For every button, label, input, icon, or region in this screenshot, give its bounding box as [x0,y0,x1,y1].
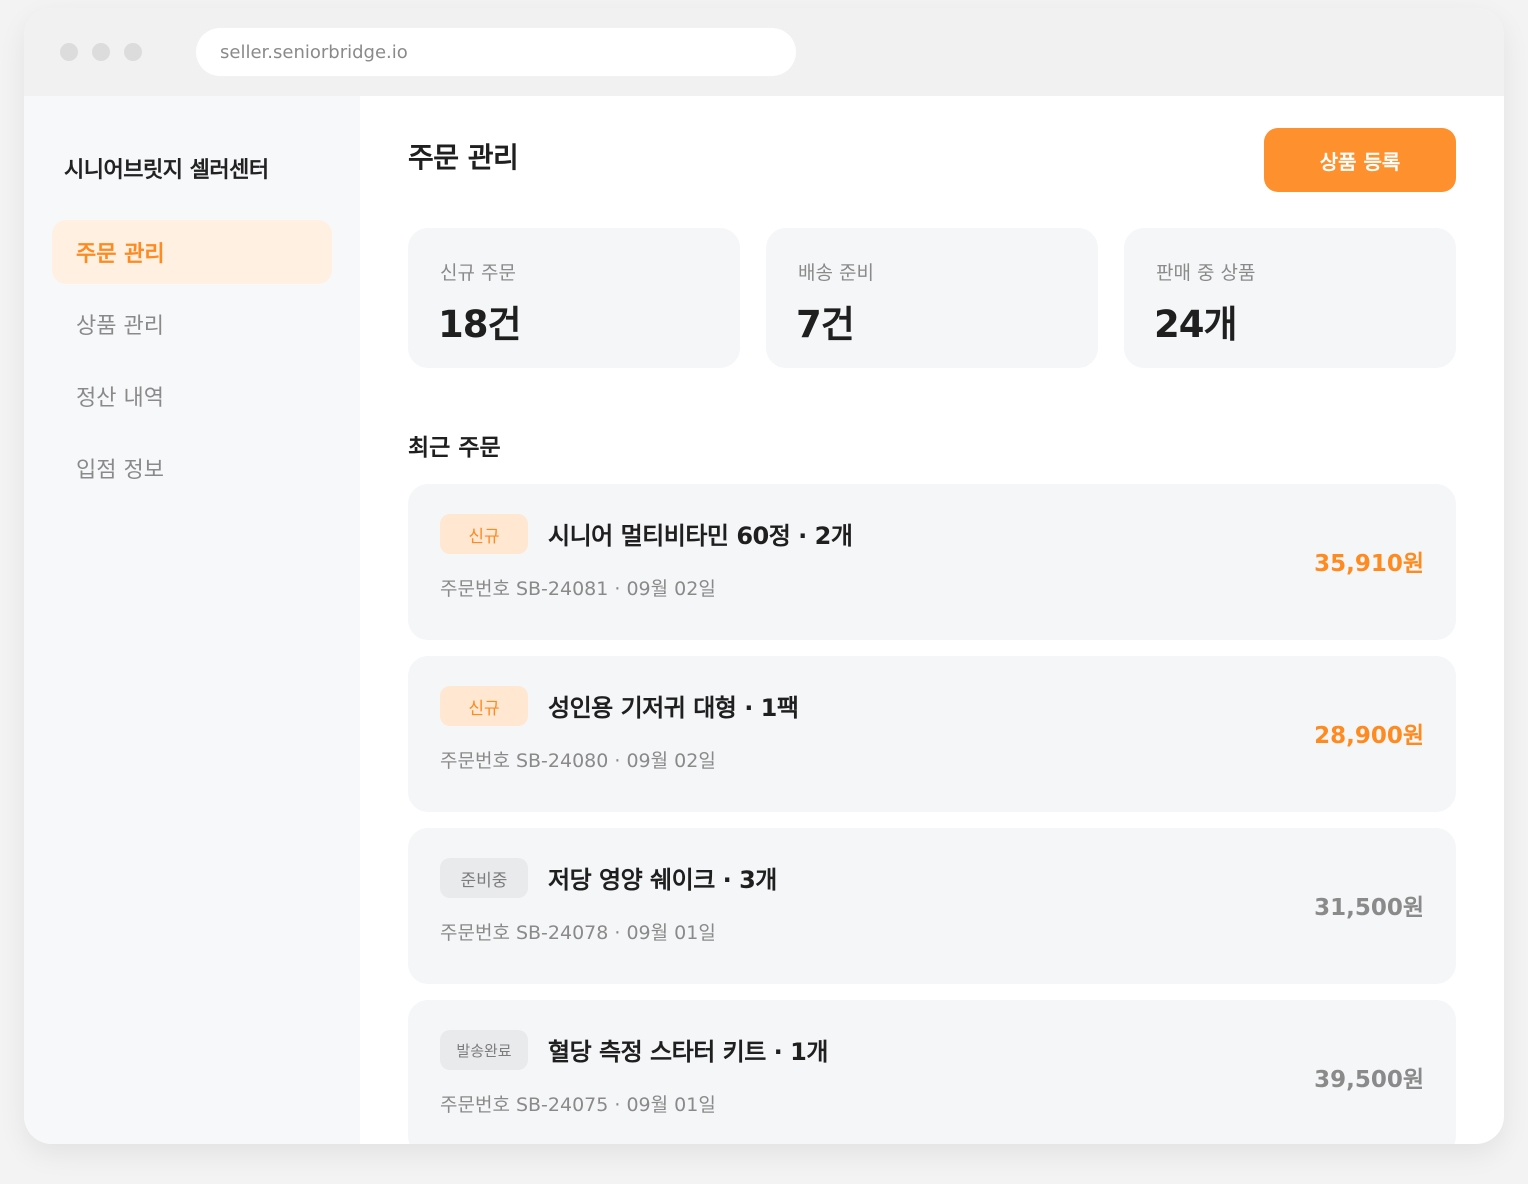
order-meta: 주문번호 SB-24081 · 09월 02일 [440,578,716,600]
status-badge: 발송완료 [440,1030,528,1070]
address-bar[interactable]: seller.seniorbridge.io [196,28,796,76]
order-price: 39,500원 [1314,1067,1424,1093]
status-badge: 준비중 [440,858,528,898]
window-minimize-dot[interactable] [92,43,110,61]
stat-value: 7건 [796,303,855,346]
sidebar-item-store-info[interactable]: 입점 정보 [52,436,332,500]
order-item-name: 성인용 기저귀 대형 · 1팩 [548,694,799,722]
order-row[interactable]: 신규 시니어 멀티비타민 60정 · 2개 주문번호 SB-24081 · 09… [408,484,1456,640]
order-price: 35,910원 [1314,551,1424,577]
order-item-name: 시니어 멀티비타민 60정 · 2개 [548,522,853,550]
register-product-button[interactable]: 상품 등록 [1264,128,1456,192]
order-price: 31,500원 [1314,895,1424,921]
sidebar-item-products[interactable]: 상품 관리 [52,292,332,356]
order-price: 28,900원 [1314,723,1424,749]
stat-label: 판매 중 상품 [1156,262,1256,284]
stat-label: 배송 준비 [798,262,874,284]
window-maximize-dot[interactable] [124,43,142,61]
page-title: 주문 관리 [408,141,519,174]
sidebar: 시니어브릿지 셀러센터 주문 관리 상품 관리 정산 내역 입점 정보 [24,96,360,1144]
status-badge: 신규 [440,514,528,554]
browser-chrome: seller.seniorbridge.io [24,8,1504,96]
sidebar-item-orders[interactable]: 주문 관리 [52,220,332,284]
stat-value: 18건 [438,303,522,346]
status-badge: 신규 [440,686,528,726]
order-meta: 주문번호 SB-24075 · 09월 01일 [440,1094,716,1116]
order-item-name: 혈당 측정 스타터 키트 · 1개 [548,1038,828,1066]
address-bar-url: seller.seniorbridge.io [220,41,408,63]
order-meta: 주문번호 SB-24080 · 09월 02일 [440,750,716,772]
recent-orders-title: 최근 주문 [408,435,501,461]
stat-value: 24개 [1154,303,1238,346]
order-meta: 주문번호 SB-24078 · 09월 01일 [440,922,716,944]
order-row[interactable]: 신규 성인용 기저귀 대형 · 1팩 주문번호 SB-24080 · 09월 0… [408,656,1456,812]
window-close-dot[interactable] [60,43,78,61]
order-row[interactable]: 발송완료 혈당 측정 스타터 키트 · 1개 주문번호 SB-24075 · 0… [408,1000,1456,1144]
brand-title: 시니어브릿지 셀러센터 [64,158,269,183]
stat-label: 신규 주문 [440,262,516,284]
stat-card-new-orders: 신규 주문 18건 [408,228,740,368]
main-content: 주문 관리 상품 등록 신규 주문 18건 배송 준비 7건 판매 중 상품 2… [360,96,1504,1144]
order-item-name: 저당 영양 쉐이크 · 3개 [548,866,777,894]
order-row[interactable]: 준비중 저당 영양 쉐이크 · 3개 주문번호 SB-24078 · 09월 0… [408,828,1456,984]
sidebar-item-settlement[interactable]: 정산 내역 [52,364,332,428]
stat-card-products-on-sale: 판매 중 상품 24개 [1124,228,1456,368]
stat-card-shipping-ready: 배송 준비 7건 [766,228,1098,368]
browser-window: seller.seniorbridge.io 시니어브릿지 셀러센터 주문 관리… [24,8,1504,1144]
